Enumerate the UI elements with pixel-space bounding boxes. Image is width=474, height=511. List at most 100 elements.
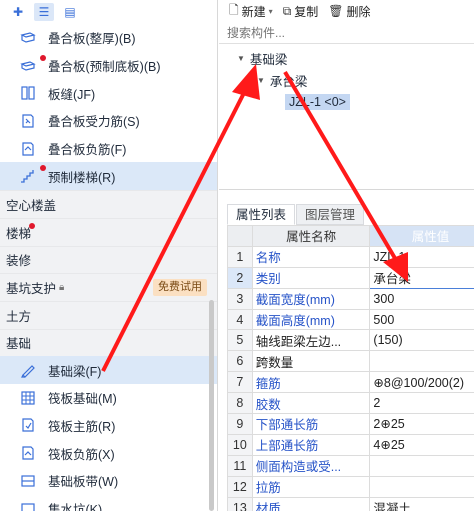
tree-node-label: JZL-1 <0> xyxy=(285,94,350,110)
tree-item-negative-rebar[interactable]: 叠合板负筋(F) xyxy=(0,135,217,163)
row-index: 13 xyxy=(227,496,253,511)
tree-item-label: 基础板带(W) xyxy=(48,475,119,490)
composite-slab-icon xyxy=(18,28,38,48)
property-value-cell[interactable]: 2⊕25 xyxy=(369,413,474,435)
update-dot xyxy=(40,54,46,61)
property-value-cell[interactable]: 300 xyxy=(369,287,474,310)
detail-view-icon[interactable]: ▤ xyxy=(60,3,80,21)
property-row[interactable]: 12 拉筋 xyxy=(227,475,474,498)
copy-button[interactable]: ⧉ 复制 xyxy=(283,3,319,20)
delete-button[interactable]: 🗑︎ 删除 xyxy=(328,3,370,20)
tree-item-raft-negative-rebar[interactable]: 筏板负筋(X) xyxy=(0,439,217,467)
property-table: 属性名称 属性值 附加 1名称JZL-12类别承台梁3截面宽度(mm)3004截… xyxy=(227,225,474,511)
row-index: 11 xyxy=(227,454,253,477)
row-index: 3 xyxy=(227,287,253,310)
category-earthwork[interactable]: 土方 xyxy=(0,300,217,329)
scrollbar-thumb[interactable] xyxy=(209,300,214,511)
category-hollow-floor[interactable]: 空心楼盖 xyxy=(0,190,217,218)
tree-item-raft-main-rebar[interactable]: 筏板主筋(R) xyxy=(0,412,217,440)
raft-foundation-icon xyxy=(18,388,38,408)
row-index: 1 xyxy=(227,245,253,268)
search-input[interactable] xyxy=(227,24,467,42)
category-label: 空心楼盖 xyxy=(6,198,57,213)
property-value-cell[interactable] xyxy=(369,350,474,373)
category-label: 基坑支护 xyxy=(6,282,57,297)
property-value-cell[interactable]: 承台梁 xyxy=(369,266,474,289)
tab-layer-management[interactable]: 图层管理 xyxy=(296,204,365,225)
property-name: 拉筋 xyxy=(251,475,371,498)
tree-item-label: 基础梁(F) xyxy=(48,364,102,379)
property-row[interactable]: 7 箍筋 ⊕8@100/200(2) xyxy=(227,371,474,394)
property-row[interactable]: 1 名称 JZL-1 xyxy=(227,245,474,268)
tree-item-raft-foundation[interactable]: 筏板基础(M) xyxy=(0,384,217,412)
category-decoration[interactable]: 装修 xyxy=(0,245,217,274)
property-value-cell[interactable]: JZL-1 xyxy=(369,245,474,268)
sump-pit-icon xyxy=(18,499,38,511)
property-row[interactable]: 9 下部通长筋 2⊕25 xyxy=(227,413,474,435)
tree-node-cap-beam[interactable]: ▼ 承台梁 xyxy=(257,71,307,90)
tree-node-foundation-beam[interactable]: ▼ 基础梁 xyxy=(237,49,287,68)
property-row[interactable]: 5 轴线距梁左边... (150) xyxy=(227,329,474,352)
property-value-cell[interactable]: 2 xyxy=(369,392,474,415)
new-label: 新建 xyxy=(241,4,266,19)
category-label: 装修 xyxy=(6,254,32,269)
tree-item-label: 叠合板受力筋(S) xyxy=(48,115,140,130)
property-value-cell[interactable]: 4⊕25 xyxy=(369,433,474,456)
list-view-icon[interactable]: ☰ xyxy=(34,3,54,21)
property-name: 类别 xyxy=(251,266,371,289)
tree-node-jzl-1[interactable]: JZL-1 <0> xyxy=(285,94,350,110)
category-excavation-support[interactable]: 基坑支护 🔒︎ 免费试用 xyxy=(0,273,217,301)
header-property-name: 属性名称 xyxy=(251,225,371,247)
tree-item-slab-joint[interactable]: 板缝(JF) xyxy=(0,79,217,107)
property-name: 名称 xyxy=(251,245,371,268)
row-index: 2 xyxy=(227,266,253,289)
expand-triangle-icon[interactable]: ▼ xyxy=(257,76,265,85)
row-index: 6 xyxy=(227,350,253,373)
property-name: 下部通长筋 xyxy=(251,413,371,435)
property-value-cell[interactable]: 混凝土 xyxy=(369,496,474,511)
property-value-cell[interactable]: 500 xyxy=(369,308,474,331)
update-dot xyxy=(29,222,35,229)
category-label: 楼梯 xyxy=(6,226,32,241)
property-value-cell[interactable]: ⊕8@100/200(2) xyxy=(369,371,474,394)
new-button[interactable]: 🗋︎ 新建 ▾ xyxy=(229,1,273,22)
category-foundation[interactable]: 基础 xyxy=(0,328,217,357)
divider xyxy=(219,189,474,190)
property-row[interactable]: 6 跨数量 xyxy=(227,350,474,373)
property-row[interactable]: 11 侧面构造或受... xyxy=(227,454,474,477)
tree-item-sump-pit[interactable]: 集水坑(K) xyxy=(0,495,217,511)
category-label: 土方 xyxy=(6,309,32,324)
tree-item-foundation-beam[interactable]: 基础梁(F) xyxy=(0,356,217,384)
expand-triangle-icon[interactable]: ▼ xyxy=(237,54,245,63)
property-value-cell[interactable] xyxy=(369,454,474,477)
tree-item-label: 板缝(JF) xyxy=(48,87,96,102)
component-list-panel: 🗋︎ 新建 ▾ ⧉ 复制 🗑︎ 删除 ▼ 基础梁 ▼ 承台梁 JZL-1 <0> xyxy=(219,0,474,190)
header-index xyxy=(227,225,253,247)
free-trial-badge[interactable]: 免费试用 xyxy=(153,279,207,297)
tree-item-label: 叠合板负筋(F) xyxy=(48,143,127,158)
header-property-value: 属性值 xyxy=(369,225,474,247)
property-row[interactable]: 3 截面宽度(mm) 300 xyxy=(227,287,474,310)
property-value-cell[interactable] xyxy=(369,475,474,498)
property-row[interactable]: 13 材质 混凝土 xyxy=(227,496,474,511)
tree-item-precast-bottom-slab[interactable]: 叠合板(预制底板)(B) xyxy=(0,52,217,80)
property-row[interactable]: 2 类别 承台梁 xyxy=(227,266,474,289)
property-name: 截面宽度(mm) xyxy=(251,287,371,310)
property-value-cell[interactable]: (150) xyxy=(369,329,474,352)
tab-property-list[interactable]: 属性列表 xyxy=(227,204,296,225)
category-stair[interactable]: 楼梯 xyxy=(0,217,217,246)
raft-negative-rebar-icon xyxy=(18,443,38,463)
tree-item-precast-stair[interactable]: 预制楼梯(R) xyxy=(0,162,217,191)
property-row[interactable]: 8 胶数 2 xyxy=(227,392,474,415)
tree-node-label: 承台梁 xyxy=(269,75,308,89)
property-row[interactable]: 4 截面高度(mm) 500 xyxy=(227,308,474,331)
property-name: 轴线距梁左边... xyxy=(251,329,371,352)
tree-node-label: 基础梁 xyxy=(249,53,288,67)
foundation-strip-icon xyxy=(18,471,38,491)
pin-icon[interactable]: ✚ xyxy=(8,3,28,21)
tree-item-foundation-strip[interactable]: 基础板带(W) xyxy=(0,467,217,495)
tree-item-composite-slab[interactable]: 叠合板(整厚)(B) xyxy=(0,24,217,52)
tree-item-stress-rebar[interactable]: 叠合板受力筋(S) xyxy=(0,107,217,135)
tree-item-label: 集水坑(K) xyxy=(48,503,103,511)
property-row[interactable]: 10 上部通长筋 4⊕25 xyxy=(227,433,474,456)
